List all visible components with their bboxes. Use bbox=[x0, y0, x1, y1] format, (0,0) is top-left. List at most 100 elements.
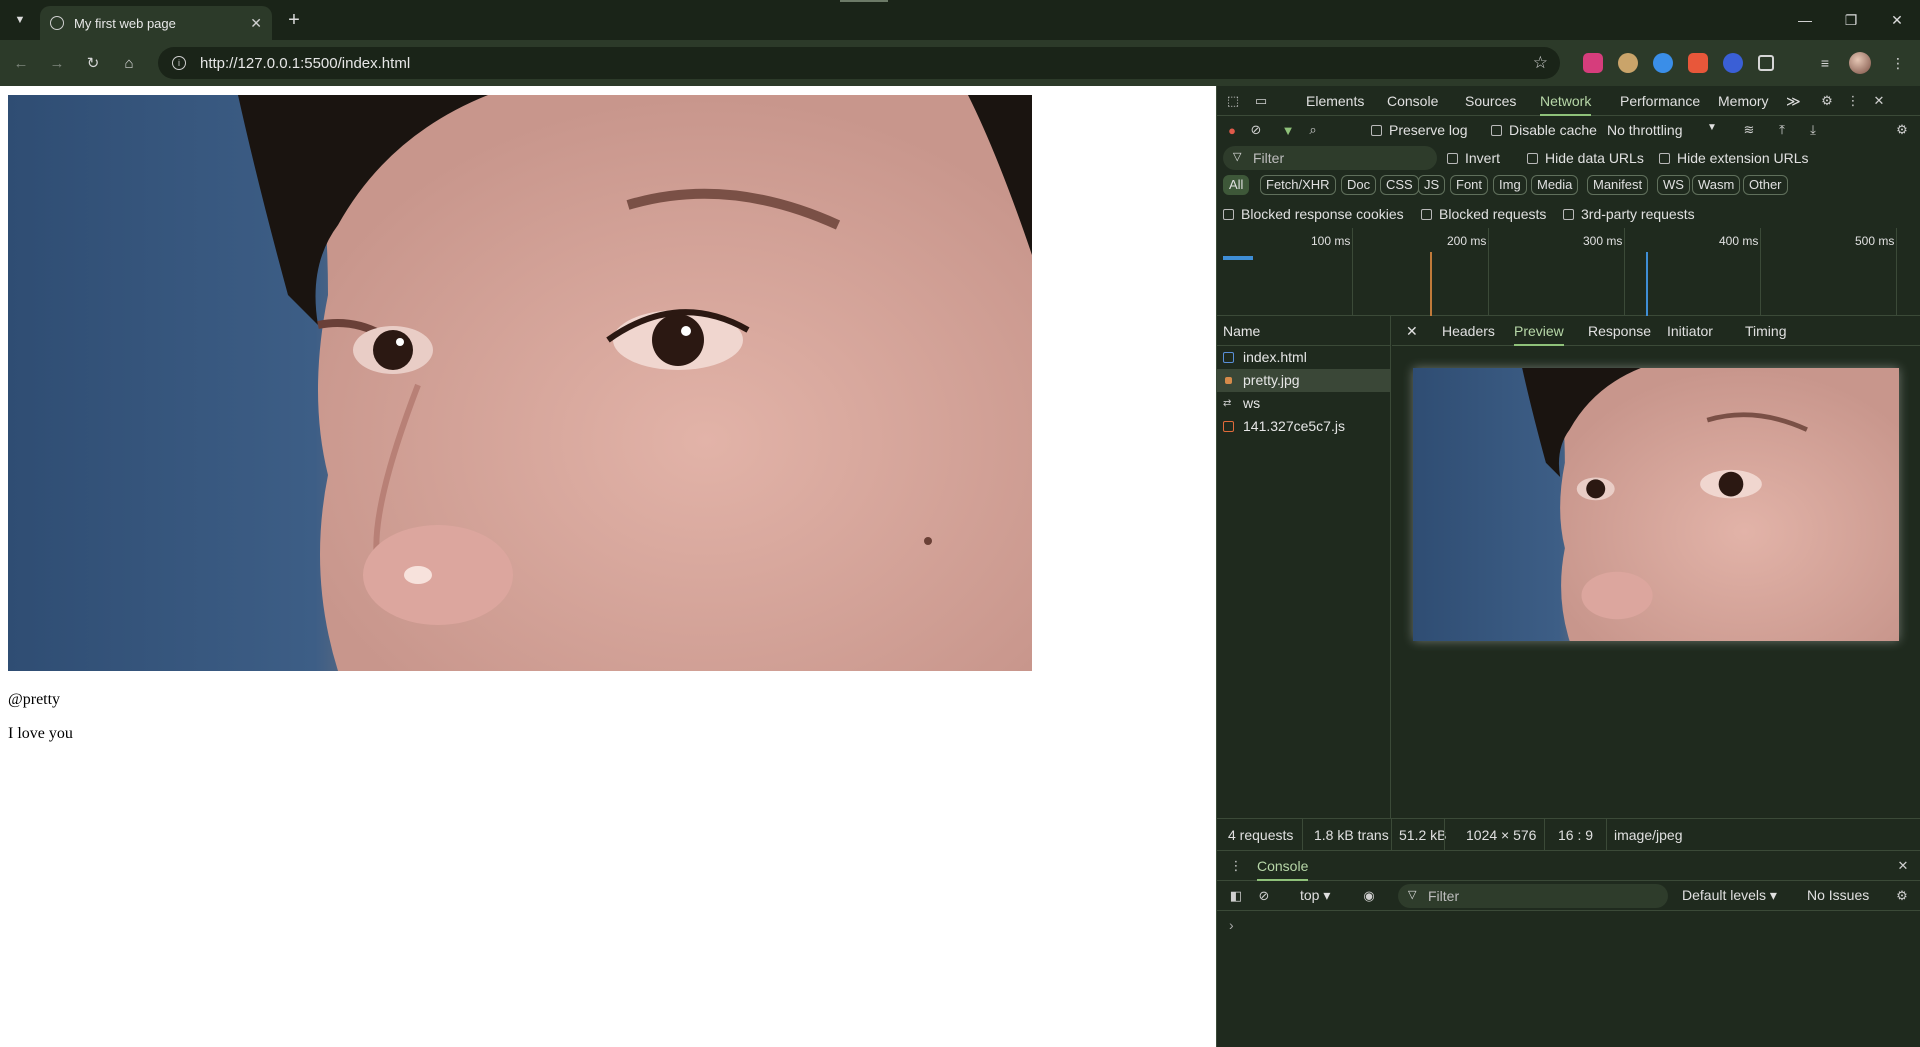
tab-initiator[interactable]: Initiator bbox=[1667, 316, 1713, 346]
status-divider bbox=[1391, 819, 1392, 851]
filter-chip-all[interactable]: All bbox=[1223, 175, 1250, 195]
detail-close-icon[interactable]: ✕ bbox=[1406, 316, 1418, 346]
address-bar[interactable]: i http://127.0.0.1:5500/index.html ☆ bbox=[158, 47, 1560, 79]
throttling-select[interactable]: No throttling bbox=[1607, 122, 1682, 138]
log-levels-select[interactable]: Default levels ▾ bbox=[1682, 887, 1777, 904]
third-party-checkbox[interactable] bbox=[1563, 209, 1574, 220]
bookmark-star-icon[interactable]: ☆ bbox=[1533, 53, 1548, 73]
more-tabs-icon[interactable]: ≫ bbox=[1786, 86, 1801, 116]
request-row-selected[interactable]: pretty.jpg bbox=[1217, 369, 1390, 392]
request-row[interactable]: ⇄ ws bbox=[1217, 392, 1390, 415]
search-icon[interactable]: ⌕ bbox=[1304, 122, 1322, 138]
extension-icon[interactable] bbox=[1723, 53, 1743, 73]
tab-console-drawer[interactable]: Console bbox=[1257, 851, 1309, 881]
preserve-log-checkbox[interactable] bbox=[1371, 125, 1382, 136]
network-filter-input[interactable]: ▽ Filter bbox=[1223, 146, 1437, 170]
url-text[interactable]: http://127.0.0.1:5500/index.html bbox=[200, 55, 410, 72]
console-filter-placeholder: Filter bbox=[1428, 888, 1460, 904]
network-conditions-icon[interactable]: ≋ bbox=[1740, 122, 1758, 138]
tab-elements[interactable]: Elements bbox=[1306, 86, 1364, 116]
invert-checkbox[interactable] bbox=[1447, 153, 1458, 164]
clear-icon[interactable]: ⊘ bbox=[1247, 122, 1265, 138]
media-controls-icon[interactable]: ≡ bbox=[1813, 51, 1837, 75]
browser-tab[interactable]: My first web page ✕ bbox=[40, 6, 272, 40]
console-settings-icon[interactable]: ⚙ bbox=[1893, 888, 1911, 904]
home-button[interactable]: ⌂ bbox=[117, 51, 141, 75]
disable-cache-checkbox[interactable] bbox=[1491, 125, 1502, 136]
request-row[interactable]: index.html bbox=[1217, 346, 1390, 369]
clear-console-icon[interactable]: ⊘ bbox=[1255, 888, 1273, 904]
menu-kebab-icon[interactable]: ⋮ bbox=[1886, 51, 1910, 75]
extension-icon[interactable] bbox=[1618, 53, 1638, 73]
issues-button[interactable]: No Issues bbox=[1807, 887, 1869, 903]
extension-icon[interactable] bbox=[1653, 53, 1673, 73]
filter-chip-js[interactable]: JS bbox=[1418, 175, 1446, 195]
sidebar-toggle-icon[interactable]: ◧ bbox=[1227, 888, 1245, 904]
minimize-button[interactable]: — bbox=[1782, 0, 1828, 40]
drawer-menu-icon[interactable]: ⋮ bbox=[1227, 858, 1245, 874]
live-expression-eye-icon[interactable]: ◉ bbox=[1360, 888, 1378, 904]
filter-funnel-icon[interactable]: ▼ bbox=[1279, 122, 1297, 138]
console-filter-input[interactable]: ▽ Filter bbox=[1398, 884, 1668, 908]
drawer-close-icon[interactable]: ✕ bbox=[1894, 858, 1912, 874]
window-close-button[interactable]: ✕ bbox=[1874, 0, 1920, 40]
context-select[interactable]: top ▾ bbox=[1300, 887, 1330, 904]
extension-icon[interactable] bbox=[1688, 53, 1708, 73]
network-overview-timeline[interactable]: 100 ms 200 ms 300 ms 400 ms 500 ms bbox=[1217, 228, 1920, 316]
console-prompt[interactable]: › bbox=[1229, 917, 1234, 933]
settings-gear-icon[interactable]: ⚙ bbox=[1818, 93, 1836, 109]
name-column-header[interactable]: Name bbox=[1217, 316, 1390, 346]
timeline-gridline bbox=[1760, 228, 1761, 316]
tab-response[interactable]: Response bbox=[1588, 316, 1651, 346]
blocked-response-cookies-checkbox[interactable] bbox=[1223, 209, 1234, 220]
tab-title: My first web page bbox=[74, 15, 176, 31]
timeline-tick-label: 200 ms bbox=[1447, 234, 1487, 248]
request-list: Name index.html pretty.jpg ⇄ ws 141.327c… bbox=[1217, 316, 1391, 818]
tab-sources[interactable]: Sources bbox=[1465, 86, 1516, 116]
filter-chip-media[interactable]: Media bbox=[1531, 175, 1579, 195]
tab-search-button[interactable]: ▼ bbox=[8, 8, 32, 32]
back-button[interactable]: ← bbox=[9, 51, 33, 75]
devtools-menu-icon[interactable]: ⋮ bbox=[1844, 93, 1862, 109]
filter-chip-manifest[interactable]: Manifest bbox=[1587, 175, 1649, 195]
extensions-puzzle-icon[interactable] bbox=[1758, 55, 1774, 71]
tab-timing[interactable]: Timing bbox=[1745, 316, 1787, 346]
new-tab-button[interactable]: + bbox=[282, 8, 306, 32]
blocked-requests-checkbox[interactable] bbox=[1421, 209, 1432, 220]
translate-extension-icon[interactable] bbox=[1583, 53, 1603, 73]
filter-placeholder: Filter bbox=[1253, 150, 1285, 166]
filter-chip-doc[interactable]: Doc bbox=[1341, 175, 1377, 195]
tab-preview[interactable]: Preview bbox=[1514, 316, 1564, 346]
filter-chip-fetch-xhr[interactable]: Fetch/XHR bbox=[1260, 175, 1336, 195]
restore-button[interactable]: ❐ bbox=[1828, 0, 1874, 40]
filter-chip-font[interactable]: Font bbox=[1450, 175, 1489, 195]
hide-extension-urls-checkbox[interactable] bbox=[1659, 153, 1670, 164]
timeline-tick-label: 300 ms bbox=[1583, 234, 1623, 248]
tab-console[interactable]: Console bbox=[1387, 86, 1438, 116]
export-har-icon[interactable]: ⤓ bbox=[1804, 122, 1822, 138]
filter-chip-other[interactable]: Other bbox=[1743, 175, 1788, 195]
request-row[interactable]: 141.327ce5c7.js bbox=[1217, 415, 1390, 438]
tab-memory[interactable]: Memory bbox=[1718, 86, 1769, 116]
reload-button[interactable]: ↻ bbox=[81, 51, 105, 75]
filter-chip-wasm[interactable]: Wasm bbox=[1692, 175, 1741, 195]
record-stop-icon[interactable]: ● bbox=[1223, 122, 1241, 138]
tab-performance[interactable]: Performance bbox=[1620, 86, 1700, 116]
forward-button[interactable]: → bbox=[45, 51, 69, 75]
chevron-down-icon[interactable]: ▼ bbox=[1707, 122, 1717, 133]
inspect-element-icon[interactable]: ⬚ bbox=[1224, 93, 1242, 109]
device-toolbar-icon[interactable]: ▭ bbox=[1252, 93, 1270, 109]
face-photo-preview bbox=[1413, 368, 1899, 641]
profile-avatar[interactable] bbox=[1849, 52, 1871, 74]
tab-close-icon[interactable]: ✕ bbox=[250, 15, 262, 32]
hide-data-urls-checkbox[interactable] bbox=[1527, 153, 1538, 164]
filter-chip-css[interactable]: CSS bbox=[1380, 175, 1419, 195]
filter-chip-img[interactable]: Img bbox=[1493, 175, 1527, 195]
tab-headers[interactable]: Headers bbox=[1442, 316, 1495, 346]
tab-network[interactable]: Network bbox=[1540, 86, 1592, 116]
network-settings-icon[interactable]: ⚙ bbox=[1893, 122, 1911, 138]
site-info-icon[interactable]: i bbox=[172, 56, 186, 70]
filter-chip-ws[interactable]: WS bbox=[1657, 175, 1690, 195]
devtools-close-icon[interactable]: ✕ bbox=[1870, 93, 1888, 109]
import-har-icon[interactable]: ⤒ bbox=[1773, 122, 1791, 138]
